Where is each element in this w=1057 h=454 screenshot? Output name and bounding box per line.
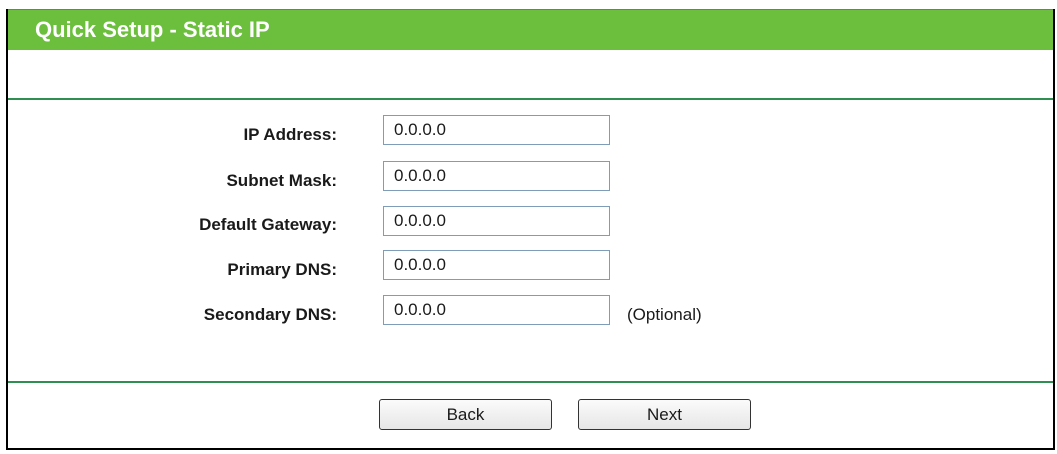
secondary-dns-optional-note: (Optional): [627, 305, 702, 324]
secondary-dns-input[interactable]: [383, 295, 610, 325]
top-divider: [8, 98, 1053, 100]
subnet-mask-label: Subnet Mask:: [226, 171, 337, 190]
quick-setup-panel: Quick Setup - Static IP IP Address: Subn…: [6, 9, 1055, 450]
default-gateway-input[interactable]: [383, 206, 610, 236]
page-title: Quick Setup - Static IP: [35, 17, 270, 42]
secondary-dns-label: Secondary DNS:: [203, 305, 337, 324]
back-button[interactable]: Back: [379, 399, 552, 430]
ip-address-input[interactable]: [383, 115, 610, 145]
next-button[interactable]: Next: [578, 399, 751, 430]
bottom-divider: [8, 381, 1053, 383]
ip-address-label: IP Address:: [243, 125, 337, 144]
primary-dns-label: Primary DNS:: [227, 260, 337, 279]
subnet-mask-input[interactable]: [383, 161, 610, 191]
default-gateway-label: Default Gateway:: [199, 215, 337, 234]
primary-dns-input[interactable]: [383, 250, 610, 280]
title-bar: Quick Setup - Static IP: [8, 9, 1053, 50]
